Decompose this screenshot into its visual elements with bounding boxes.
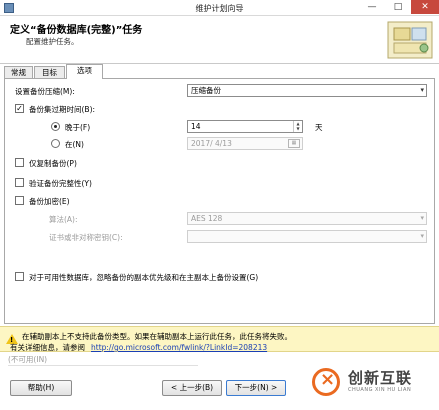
algorithm-value: AES 128 <box>191 214 223 223</box>
tab-destination[interactable]: 目标 <box>34 66 65 78</box>
warning-bar: ! 在辅助副本上不支持此备份类型。如果在辅助副本上运行此任务，此任务将失败。 有… <box>0 326 439 352</box>
page-subtitle: 配置维护任务。 <box>26 37 79 46</box>
calendar-icon[interactable]: ▦ <box>288 139 300 148</box>
expire-date-value: 2017/ 4/13 <box>191 139 232 148</box>
page-title: 定义“备份数据库(完整)”任务 <box>10 25 143 36</box>
encryption-label: 备份加密(E) <box>29 197 70 206</box>
copy-only-checkbox[interactable] <box>15 158 24 167</box>
chevron-down-icon: ▾ <box>420 232 424 240</box>
expire-after-label: 晚于(F) <box>65 123 91 132</box>
certificate-label: 证书或非对称密钥(C): <box>49 233 123 242</box>
minimize-button[interactable]: — <box>359 0 385 14</box>
encryption-checkbox[interactable] <box>15 196 24 205</box>
warning-details: 有关详细信息，请参阅 http://go.microsoft.com/fwlink… <box>10 342 267 353</box>
wizard-illustration-icon <box>387 21 433 59</box>
spin-arrows-icon[interactable]: ▲ ▼ <box>293 121 302 132</box>
compression-value: 压缩备份 <box>191 86 221 95</box>
close-button[interactable]: ✕ <box>411 0 439 14</box>
chevron-down-icon: ▾ <box>420 214 424 222</box>
watermark-subtitle: CHUANG XIN HU LIAN <box>348 387 412 393</box>
help-link[interactable]: http://go.microsoft.com/fwlink/?LinkId=2… <box>91 343 267 352</box>
expire-date-picker[interactable]: 2017/ 4/13 ▦ <box>187 137 303 150</box>
brand-logo-icon <box>312 368 340 396</box>
expire-on-label: 在(N) <box>65 140 84 149</box>
days-unit-label: 天 <box>315 123 323 132</box>
availability-label: 对于可用性数据库，忽略备份的副本优先级和在主副本上备份设置(G) <box>29 273 259 282</box>
options-panel: 设置备份压缩(M): 压缩备份 ▾ ✓ 备份集过期时间(B): 晚于(F) 14… <box>4 78 435 324</box>
unavailable-field: (不可用(IN) <box>8 354 198 366</box>
certificate-select[interactable]: ▾ <box>187 230 427 243</box>
watermark: 创新互联 CHUANG XIN HU LIAN <box>306 362 439 410</box>
expire-days-value: 14 <box>191 122 201 131</box>
back-button[interactable]: < 上一步(B) <box>162 380 222 396</box>
verify-checkbox[interactable] <box>15 178 24 187</box>
next-button[interactable]: 下一步(N) > <box>226 380 286 396</box>
warning-details-text: 有关详细信息，请参阅 <box>10 343 85 352</box>
warning-message: 在辅助副本上不支持此备份类型。如果在辅助副本上运行此任务，此任务将失败。 <box>22 332 292 341</box>
tab-options[interactable]: 选项 <box>66 64 103 79</box>
maximize-button[interactable]: □ <box>385 0 411 14</box>
watermark-brand: 创新互联 <box>348 369 413 387</box>
expire-checkbox[interactable]: ✓ <box>15 104 24 113</box>
algorithm-select[interactable]: AES 128 ▾ <box>187 212 427 225</box>
compression-select[interactable]: 压缩备份 ▾ <box>187 84 427 97</box>
algorithm-label: 算法(A): <box>49 215 78 224</box>
wizard-header: 定义“备份数据库(完整)”任务 配置维护任务。 <box>0 16 439 64</box>
help-button[interactable]: 帮助(H) <box>10 380 72 396</box>
expire-label: 备份集过期时间(B): <box>29 105 96 114</box>
availability-checkbox[interactable] <box>15 272 24 281</box>
verify-label: 验证备份完整性(Y) <box>29 179 92 188</box>
expire-after-radio[interactable] <box>51 122 60 131</box>
copy-only-label: 仅复制备份(P) <box>29 159 77 168</box>
compression-label: 设置备份压缩(M): <box>15 87 75 96</box>
chevron-down-icon: ▾ <box>420 86 424 94</box>
expire-days-stepper[interactable]: 14 ▲ ▼ <box>187 120 303 133</box>
tab-general[interactable]: 常规 <box>4 66 33 78</box>
title-bar: 维护计划向导 — □ ✕ <box>0 0 439 16</box>
expire-on-radio[interactable] <box>51 139 60 148</box>
